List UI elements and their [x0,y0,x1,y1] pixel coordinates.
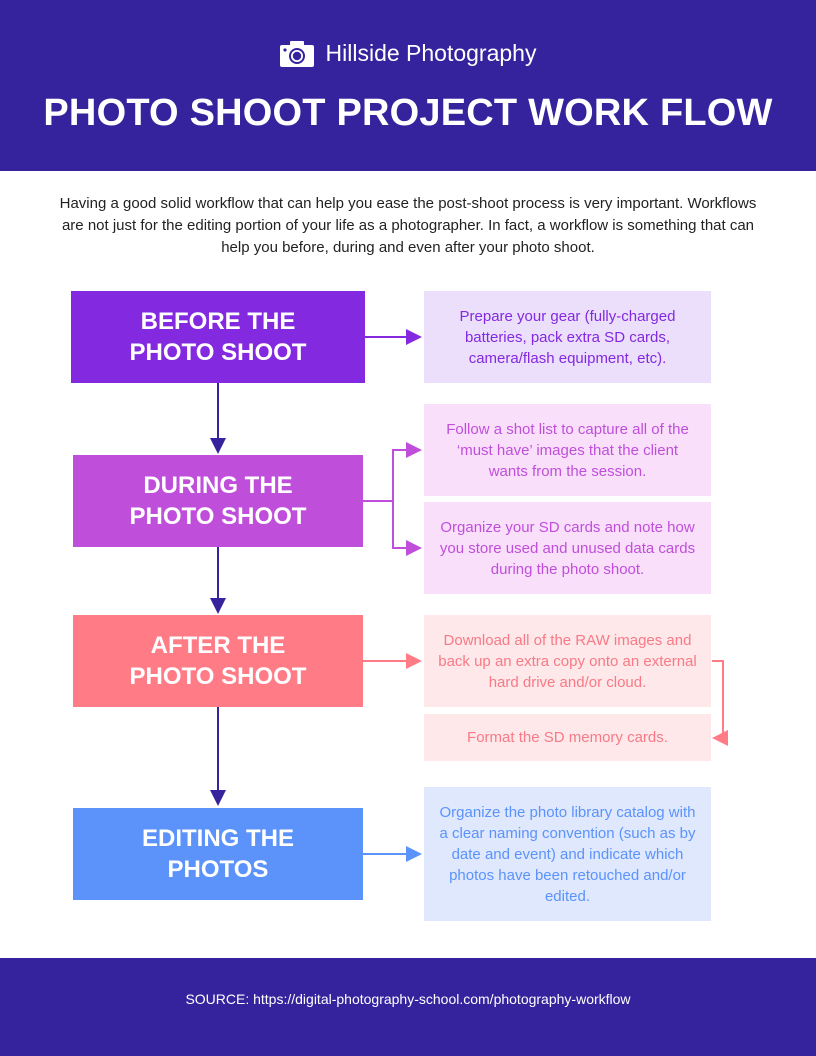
step-label-line1: AFTER THE [150,632,286,659]
step-label-line2: PHOTO SHOOT [129,339,307,366]
step-label-line1: DURING THE [143,472,293,499]
step-label-line2: PHOTO SHOOT [129,663,307,690]
note-during-1: Follow a shot list to capture all of the… [424,404,711,496]
arrow-during-note-2 [392,501,422,556]
footer-banner [0,958,816,1056]
note-editing-1: Organize the photo library catalog with … [424,787,711,921]
step-label-line2: PHOTO SHOOT [129,503,307,530]
step-label-line1: BEFORE THE [140,308,296,335]
step-after: AFTER THE PHOTO SHOOT [73,615,363,707]
step-label-line2: PHOTOS [167,856,269,883]
note-before-1: Prepare your gear (fully-charged batteri… [424,291,711,383]
arrow-after-note-chain [712,660,728,746]
step-label-line1: EDITING THE [141,825,294,852]
arrow-during-note-1 [362,442,422,502]
step-before: BEFORE THE PHOTO SHOOT [71,291,365,383]
step-during: DURING THE PHOTO SHOOT [73,455,363,547]
step-editing: EDITING THE PHOTOS [73,808,363,900]
source-citation: SOURCE: https://digital-photography-scho… [185,991,631,1007]
note-during-2: Organize your SD cards and note how you … [424,502,711,594]
note-after-2: Format the SD memory cards. [424,714,711,761]
note-after-1: Download all of the RAW images and back … [424,615,711,707]
